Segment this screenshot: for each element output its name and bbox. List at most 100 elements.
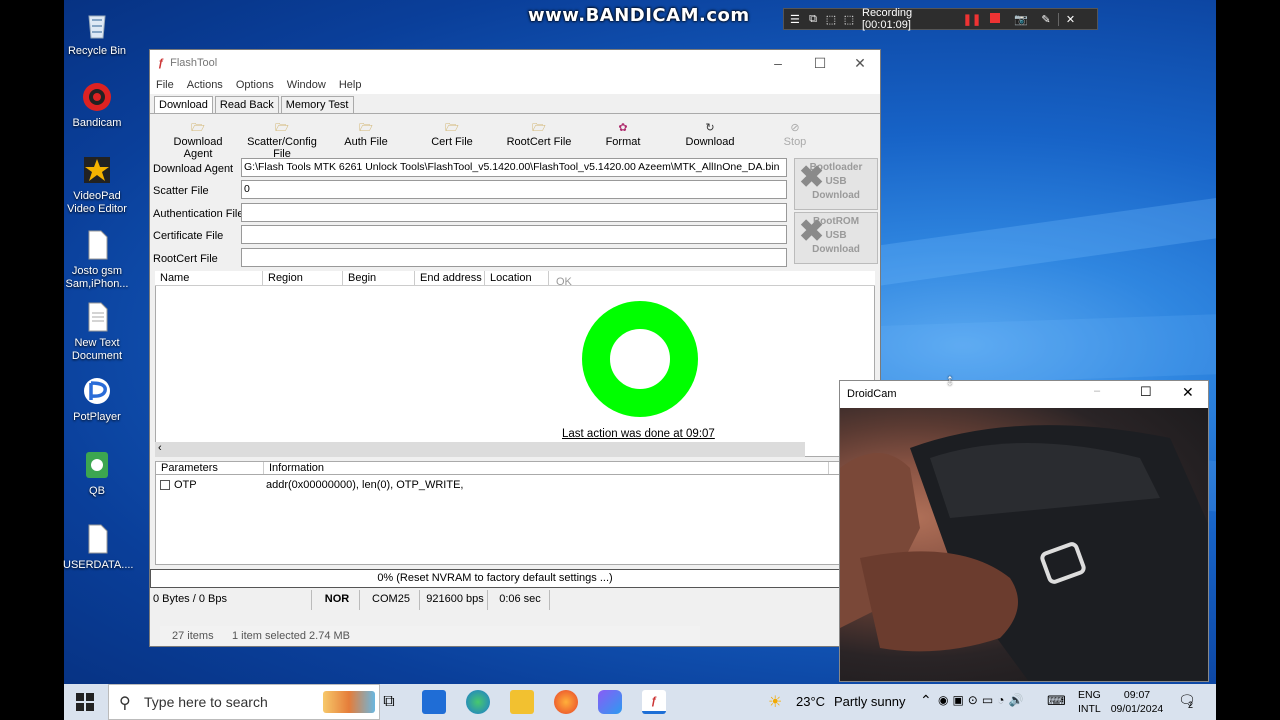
stop-icon[interactable]	[982, 12, 1008, 26]
desktop-icon-new-text[interactable]: New Text Document	[63, 300, 131, 363]
search-box[interactable]: ⚲ Type here to search	[108, 684, 380, 720]
flashtool-taskbar-icon[interactable]: ƒ	[642, 690, 666, 714]
tab-read-back[interactable]: Read Back	[214, 96, 279, 113]
status-time: 0:06 sec	[488, 590, 550, 610]
app-icon[interactable]	[598, 690, 622, 714]
col-region-address[interactable]: Region address	[263, 271, 343, 298]
start-button[interactable]	[76, 693, 94, 711]
menu-options[interactable]: Options	[236, 79, 274, 91]
windows-icon	[76, 693, 94, 711]
status-bar: 0 Bytes / 0 Bps NOR COM25 921600 bps 0:0…	[150, 590, 840, 610]
camera-icon[interactable]: 📷	[1008, 13, 1034, 26]
parameters-header: Parameters Information	[155, 461, 840, 475]
otp-checkbox[interactable]	[160, 480, 170, 490]
scatter-file-label: Scatter File	[153, 185, 209, 197]
region-icon[interactable]: ⬚	[822, 13, 840, 26]
bandicam-icon	[80, 80, 114, 114]
clock[interactable]: 09:07 09/01/2024	[1109, 688, 1165, 716]
col-name[interactable]: Name	[155, 271, 263, 285]
last-action-link[interactable]: Last action was done at 09:07	[562, 428, 715, 440]
folder-icon: 🗁	[359, 122, 373, 134]
menu-window[interactable]: Window	[287, 79, 326, 91]
desktop-icon-josto[interactable]: Josto gsm Sam,iPhon...	[63, 228, 131, 291]
certificate-file-field[interactable]	[241, 225, 787, 244]
rootcert-file-label: RootCert File	[153, 253, 218, 265]
menu-help[interactable]: Help	[339, 79, 362, 91]
col-end-address[interactable]: End address	[415, 271, 485, 285]
document-icon	[80, 300, 114, 334]
format-icon: ✿	[618, 122, 628, 134]
rootcert-file-button[interactable]: 🗁 RootCert File	[500, 120, 578, 148]
camera-feed	[840, 408, 1208, 681]
close-icon[interactable]: ✕	[1058, 12, 1082, 26]
desktop-icon-qb[interactable]: QB	[63, 448, 131, 498]
search-icon: ⚲	[119, 695, 131, 712]
download-button[interactable]: ↻ Download	[672, 120, 748, 148]
disabled-x-icon: ✖	[799, 215, 825, 248]
notification-button[interactable]: 🗨 2	[1178, 692, 1196, 710]
task-view-icon[interactable]: ⧉	[377, 690, 401, 714]
desktop-icon-videopad[interactable]: VideoPad Video Editor	[63, 153, 131, 216]
col-information[interactable]: Information	[264, 462, 829, 474]
download-agent-button[interactable]: 🗁 Download Agent	[158, 120, 238, 160]
explorer-items: 27 items	[172, 629, 214, 642]
status-bytes: 0 Bytes / 0 Bps	[150, 590, 312, 610]
close-button[interactable]: ✕	[840, 50, 880, 76]
menu-bar: File Actions Options Window Help	[150, 76, 880, 94]
phone-in-hand-image	[840, 425, 1208, 681]
maximize-button[interactable]: ☐	[1140, 384, 1152, 400]
cert-file-button[interactable]: 🗁 Cert File	[416, 120, 488, 148]
firefox-icon[interactable]	[554, 690, 578, 714]
scatter-file-field[interactable]: 0	[241, 180, 787, 199]
menu-actions[interactable]: Actions	[187, 79, 223, 91]
pen-icon[interactable]: ✎	[1034, 13, 1058, 26]
progress-bar: 0% (Reset NVRAM to factory default setti…	[150, 569, 840, 588]
keyboard-icon[interactable]: ⌨	[1047, 693, 1066, 709]
desktop-icon-recycle-bin[interactable]: Recycle Bin	[63, 8, 131, 58]
parameters-list: OTP addr(0x00000000), len(0), OTP_WRITE,	[155, 475, 840, 565]
auth-file-button[interactable]: 🗁 Auth File	[330, 120, 402, 148]
bootrom-usb-download-button[interactable]: ✖ BootROM USB Download	[794, 212, 878, 264]
menu-file[interactable]: File	[156, 79, 174, 91]
droidcam-title: DroidCam	[847, 388, 897, 400]
desktop-icon-bandicam[interactable]: Bandicam	[63, 80, 131, 130]
col-location[interactable]: Location	[485, 271, 549, 285]
col-begin-address[interactable]: Begin address	[343, 271, 415, 298]
scroll-left-icon[interactable]: ‹	[158, 442, 162, 454]
record-area-icon[interactable]: ⬚	[840, 13, 858, 26]
bootloader-usb-download-button[interactable]: ✖ Bootloader USB Download	[794, 158, 878, 210]
file-explorer-icon[interactable]	[510, 690, 534, 714]
minimize-button[interactable]: –	[1094, 385, 1100, 397]
horizontal-scrollbar[interactable]: ‹	[155, 442, 805, 457]
pause-icon[interactable]: ❚❚	[962, 13, 982, 26]
scatter-config-button[interactable]: 🗁 Scatter/Config File	[240, 120, 324, 160]
rootcert-file-field[interactable]	[241, 248, 787, 267]
desktop-icon-potplayer[interactable]: PotPlayer	[63, 374, 131, 424]
search-highlight-icon	[323, 691, 375, 713]
menu-icon[interactable]: ☰	[790, 13, 804, 26]
close-button[interactable]: ✕	[1182, 384, 1194, 401]
format-button[interactable]: ✿ Format	[590, 120, 656, 148]
language-indicator[interactable]: ENG INTL	[1078, 688, 1101, 716]
taskbar: ⚲ Type here to search ⧉ ƒ ☀ 23°C Partly …	[64, 684, 1216, 720]
authentication-file-field[interactable]	[241, 203, 787, 222]
window-mode-icon[interactable]: ⧉	[804, 13, 822, 26]
tray-chevron-icon[interactable]: ⌃	[920, 692, 932, 709]
col-parameters[interactable]: Parameters	[156, 462, 264, 474]
stop-button[interactable]: ⊘ Stop	[770, 120, 820, 148]
maximize-button[interactable]: ☐	[800, 50, 840, 76]
weather-desc[interactable]: Partly sunny	[834, 694, 906, 709]
minimize-button[interactable]: –	[758, 50, 798, 76]
bandicam-watermark: www.BANDICAM.com	[528, 5, 750, 26]
tab-download[interactable]: Download	[154, 96, 213, 113]
desktop-icon-userdata[interactable]: USERDATA....	[63, 522, 134, 572]
mail-icon[interactable]	[422, 690, 446, 714]
tab-memory-test[interactable]: Memory Test	[280, 96, 354, 113]
stop-icon: ⊘	[790, 122, 800, 134]
download-agent-field[interactable]: G:\Flash Tools MTK 6261 Unlock Tools\Fla…	[241, 158, 787, 177]
weather-temp[interactable]: 23°C	[796, 694, 825, 709]
tray-app-icons[interactable]: ◉▣⊙▭◔🔊	[938, 693, 1027, 707]
document-icon	[80, 522, 114, 556]
droidcam-titlebar: DroidCam – ☐ ✕	[840, 381, 1208, 407]
edge-icon[interactable]	[466, 690, 490, 714]
